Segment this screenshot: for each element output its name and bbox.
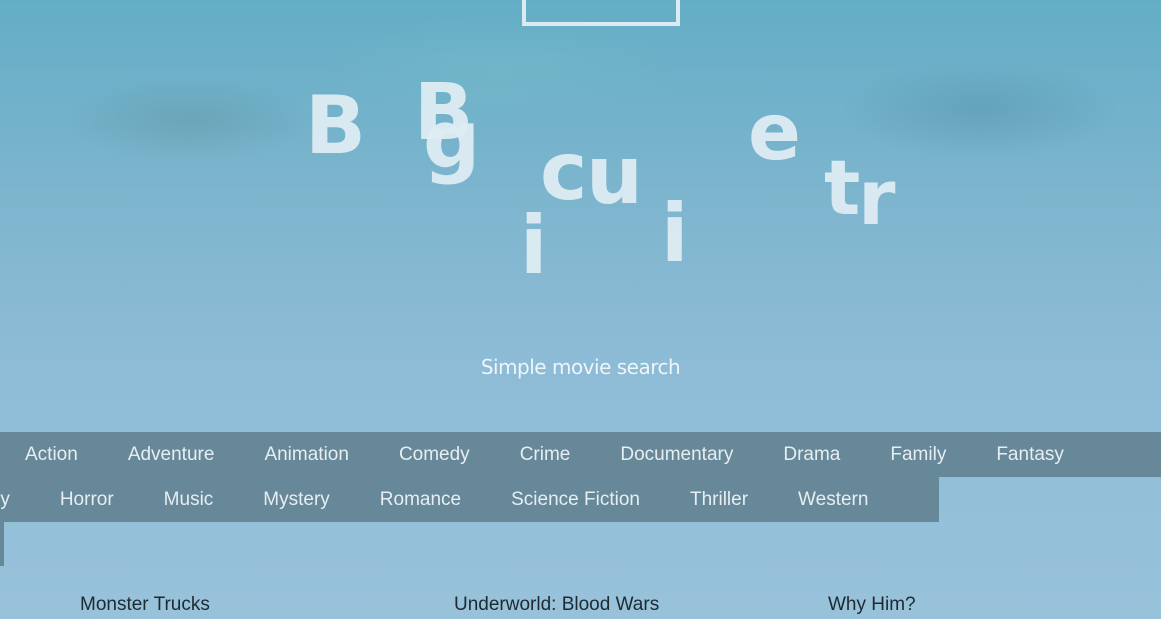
genre-fantasy[interactable]: Fantasy xyxy=(971,444,1089,466)
genre-horror[interactable]: Horror xyxy=(35,489,139,511)
logo-letter: u xyxy=(586,129,643,222)
genre-drama[interactable]: Drama xyxy=(758,444,865,466)
logo-letter: B xyxy=(305,79,366,172)
genre-action[interactable]: Action xyxy=(0,444,103,466)
genre-nav-overflow-tab[interactable] xyxy=(0,522,4,566)
movie-title[interactable]: Monster Trucks xyxy=(80,594,210,616)
movie-title[interactable]: Underworld: Blood Wars xyxy=(454,594,659,616)
tagline: Simple movie search xyxy=(480,355,681,379)
logo-letter: t xyxy=(824,143,861,232)
genre-documentary[interactable]: Documentary xyxy=(595,444,758,466)
logo-letter: r xyxy=(858,153,896,242)
genre-family[interactable]: Family xyxy=(865,444,971,466)
logo-letter: c xyxy=(540,125,588,218)
logo-frame xyxy=(522,0,680,26)
genre-mystery[interactable]: Mystery xyxy=(238,489,355,511)
genre-comedy[interactable]: Comedy xyxy=(374,444,495,466)
logo-letter: i xyxy=(520,199,548,292)
genre-science-fiction[interactable]: Science Fiction xyxy=(486,489,665,511)
genre-romance[interactable]: Romance xyxy=(355,489,486,511)
genre-history[interactable]: ry xyxy=(0,489,35,511)
movie-title[interactable]: Why Him? xyxy=(828,594,916,616)
genre-crime[interactable]: Crime xyxy=(495,444,596,466)
genre-adventure[interactable]: Adventure xyxy=(103,444,240,466)
genre-thriller[interactable]: Thriller xyxy=(665,489,773,511)
genre-music[interactable]: Music xyxy=(139,489,239,511)
logo-letter: e xyxy=(748,88,801,178)
genre-nav-row-2: ry Horror Music Mystery Romance Science … xyxy=(0,477,939,522)
logo-letter: i xyxy=(661,187,689,280)
logo-letter: g xyxy=(423,93,481,186)
genre-nav-row-1: Action Adventure Animation Comedy Crime … xyxy=(0,432,1161,477)
genre-animation[interactable]: Animation xyxy=(239,444,374,466)
genre-western[interactable]: Western xyxy=(773,489,893,511)
